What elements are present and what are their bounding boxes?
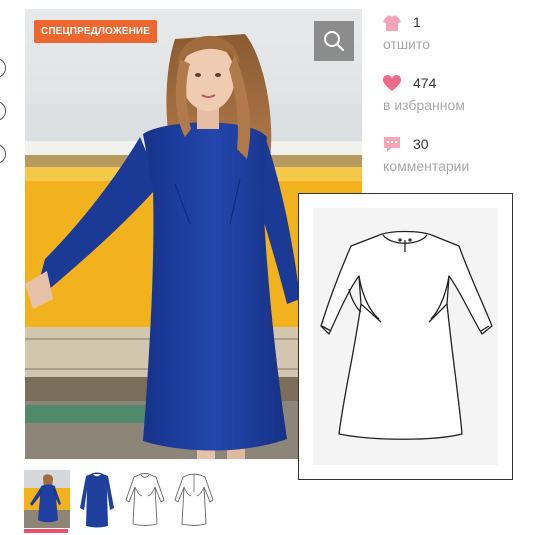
active-thumbnail-indicator <box>24 529 68 533</box>
favorites-label: в избранном <box>383 97 465 113</box>
thumbnail-photo[interactable] <box>24 470 70 528</box>
thumbnail-dress-front[interactable] <box>74 470 120 528</box>
sewn-label: отшито <box>383 36 430 52</box>
comments-count: 30 <box>413 136 429 152</box>
comment-icon <box>384 137 400 152</box>
sewn-count: 1 <box>413 14 421 30</box>
favorites-count: 474 <box>413 75 437 91</box>
product-gallery-page: СПЕЦПРЕДЛОЖЕНИЕ 1 отшито 474 в избранном… <box>0 0 534 535</box>
special-offer-badge[interactable]: СПЕЦПРЕДЛОЖЕНИЕ <box>34 20 157 43</box>
side-nav-dot[interactable] <box>0 144 6 164</box>
shirt-icon <box>383 15 401 31</box>
thumbnail-sketch-back[interactable] <box>171 470 217 528</box>
side-nav-dot[interactable] <box>0 58 6 78</box>
heart-icon <box>383 75 401 91</box>
search-icon <box>324 31 345 52</box>
zoom-button[interactable] <box>314 21 354 61</box>
comments-label: комментарии <box>383 158 470 174</box>
side-nav-dot[interactable] <box>0 101 6 121</box>
technical-sketch-panel <box>298 193 513 480</box>
thumbnail-sketch-front[interactable] <box>122 470 168 528</box>
